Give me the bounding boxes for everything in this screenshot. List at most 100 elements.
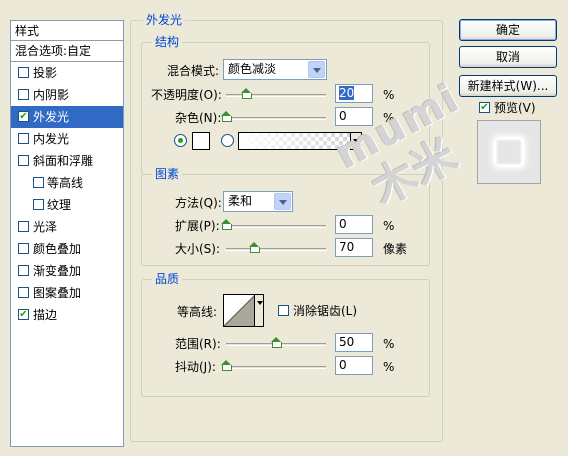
style-item-checkbox[interactable]: ✔ [18, 111, 29, 122]
chevron-down-icon [274, 193, 291, 210]
style-item-label: 纹理 [47, 198, 72, 212]
style-item[interactable]: 纹理 [11, 194, 123, 216]
noise-input[interactable]: 0 [335, 107, 373, 126]
gradient-picker[interactable] [238, 132, 362, 150]
chevron-down-icon [308, 61, 325, 78]
style-item-checkbox[interactable] [18, 155, 29, 166]
style-item-checkbox[interactable] [18, 133, 29, 144]
style-item-label: 投影 [33, 66, 58, 80]
style-item-label: 渐变叠加 [33, 264, 82, 278]
style-item-label: 图案叠加 [33, 286, 82, 300]
style-item[interactable]: 内发光 [11, 128, 123, 150]
style-item-label: 等高线 [47, 176, 84, 190]
style-preview [477, 120, 541, 184]
style-item[interactable]: 渐变叠加 [11, 260, 123, 282]
styles-list: 样式 混合选项:自定 投影内阴影 ✔ 外发光内发光斜面和浮雕等高线纹理光泽颜色叠加渐… [10, 20, 124, 447]
spread-label: 扩展(P): [175, 219, 220, 233]
quality-title: 品质 [152, 272, 183, 286]
contour-picker[interactable] [223, 294, 264, 327]
preview-glow-square [494, 137, 524, 167]
outer-glow-group: 外发光 结构 混合模式: 颜色减淡 不透明度(O): 20 % 杂色(N): 0… [130, 13, 443, 442]
antialias-label[interactable]: 消除锯齿(L) [293, 303, 357, 319]
spread-slider[interactable] [226, 225, 326, 228]
style-item[interactable]: 内阴影 [11, 84, 123, 106]
opacity-unit: % [383, 88, 395, 102]
style-item-checkbox[interactable] [18, 89, 29, 100]
blend-mode-select[interactable]: 颜色减淡 [223, 59, 327, 80]
style-item-label: 颜色叠加 [33, 242, 82, 256]
style-item[interactable]: 投影 [11, 62, 123, 84]
style-item[interactable]: ✔ 描边 [11, 304, 123, 326]
style-item[interactable]: 图案叠加 [11, 282, 123, 304]
style-item-checkbox[interactable] [18, 265, 29, 276]
style-item-label: 光泽 [33, 220, 58, 234]
ok-button[interactable]: 确定 [459, 19, 557, 41]
spread-unit: % [383, 219, 395, 233]
noise-slider-thumb[interactable] [221, 111, 232, 122]
style-item[interactable]: 斜面和浮雕 [11, 150, 123, 172]
size-slider-thumb[interactable] [249, 242, 260, 253]
style-item-label: 外发光 [33, 110, 70, 124]
opacity-value: 20 [339, 86, 355, 100]
noise-label: 杂色(N): [175, 111, 222, 125]
style-item[interactable]: 光泽 [11, 216, 123, 238]
range-unit: % [383, 337, 395, 351]
new-style-button[interactable]: 新建样式(W)... [459, 75, 557, 97]
styles-header[interactable]: 样式 [11, 21, 123, 41]
style-item-checkbox[interactable] [33, 199, 44, 210]
style-item-checkbox[interactable]: ✔ [18, 309, 29, 320]
elements-title: 图素 [152, 167, 183, 181]
opacity-slider-thumb[interactable] [241, 88, 252, 99]
preview-label[interactable]: 预览(V) [494, 100, 536, 116]
quality-group: 品质 等高线: 消除锯齿(L) 范围(R): 50 % 抖动(J): 0 % [141, 272, 430, 397]
style-item-checkbox[interactable] [18, 221, 29, 232]
style-item-checkbox[interactable] [18, 67, 29, 78]
jitter-slider[interactable] [226, 366, 326, 369]
antialias-checkbox[interactable] [278, 305, 289, 316]
technique-select[interactable]: 柔和 [223, 191, 293, 212]
preview-checkbox[interactable]: ✔ [479, 102, 490, 113]
style-item-label: 描边 [33, 308, 58, 322]
jitter-label: 抖动(J): [175, 360, 216, 374]
noise-slider[interactable] [226, 117, 326, 120]
blend-mode-label: 混合模式: [167, 64, 220, 78]
size-slider[interactable] [226, 248, 326, 251]
range-label: 范围(R): [175, 337, 221, 351]
style-item-checkbox[interactable] [33, 177, 44, 188]
structure-title: 结构 [152, 35, 183, 49]
jitter-input[interactable]: 0 [335, 356, 373, 375]
gradient-radio[interactable] [221, 134, 234, 147]
spread-input[interactable]: 0 [335, 215, 373, 234]
style-item-label: 内阴影 [33, 88, 70, 102]
solid-color-radio[interactable] [174, 134, 187, 147]
range-input[interactable]: 50 [335, 333, 373, 352]
style-item[interactable]: 等高线 [11, 172, 123, 194]
range-slider-thumb[interactable] [271, 337, 282, 348]
size-input[interactable]: 70 [335, 238, 373, 257]
technique-value: 柔和 [228, 194, 253, 208]
jitter-unit: % [383, 360, 395, 374]
style-item[interactable]: ✔ 外发光 [11, 106, 123, 128]
elements-group: 图素 方法(Q): 柔和 扩展(P): 0 % 大小(S): 70 像素 [141, 167, 430, 266]
structure-group: 结构 混合模式: 颜色减淡 不透明度(O): 20 % 杂色(N): 0 % [141, 35, 430, 175]
style-item-label: 内发光 [33, 132, 70, 146]
opacity-input[interactable]: 20 [335, 84, 373, 103]
blending-options-item[interactable]: 混合选项:自定 [11, 41, 123, 62]
size-label: 大小(S): [175, 242, 221, 256]
jitter-slider-thumb[interactable] [221, 360, 232, 371]
noise-unit: % [383, 111, 395, 125]
style-item-checkbox[interactable] [18, 243, 29, 254]
outer-glow-title: 外发光 [143, 13, 186, 27]
gradient-dropdown-icon[interactable] [350, 133, 361, 149]
technique-label: 方法(Q): [175, 196, 222, 210]
spread-slider-thumb[interactable] [221, 219, 232, 230]
glow-color-swatch[interactable] [192, 132, 210, 150]
style-item-checkbox[interactable] [18, 287, 29, 298]
blend-mode-value: 颜色减淡 [228, 62, 277, 76]
cancel-button[interactable]: 取消 [459, 46, 557, 68]
opacity-label: 不透明度(O): [151, 88, 222, 102]
contour-dropdown-icon[interactable] [254, 295, 263, 326]
contour-label: 等高线: [177, 305, 218, 319]
contour-curve-icon [224, 295, 255, 326]
style-item[interactable]: 颜色叠加 [11, 238, 123, 260]
